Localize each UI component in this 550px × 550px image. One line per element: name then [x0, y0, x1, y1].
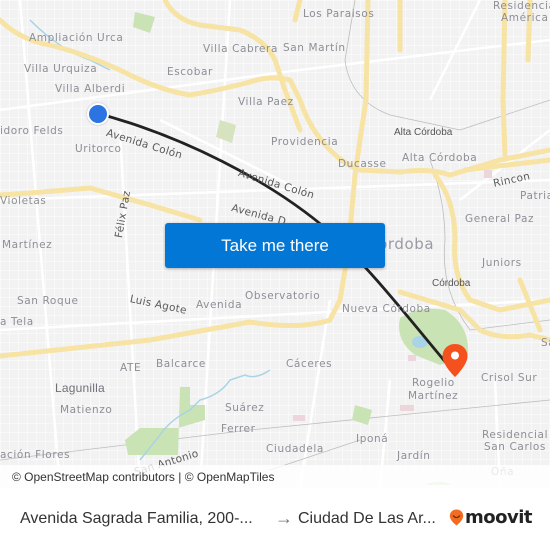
map-label-juniors: Juniors — [482, 257, 522, 269]
map-label-matienzo: Matienzo — [60, 404, 113, 416]
map-label-violetas: Violetas — [0, 195, 47, 207]
moovit-logo[interactable]: moovit — [449, 507, 533, 528]
map-label-villa-urquiza: Villa Urquiza — [24, 63, 98, 75]
map-label-ate: ATE — [120, 362, 142, 374]
map-label-estacion-flores: ación Flores — [0, 449, 71, 461]
map-label-residencial-america-2: América — [501, 12, 549, 24]
take-me-there-button[interactable]: Take me there — [165, 223, 385, 268]
arrow-right-icon: → — [275, 508, 293, 528]
map-label-providencia: Providencia — [271, 136, 339, 148]
map-label-rogelio-martinez: Rogelio — [412, 377, 455, 389]
origin-marker[interactable] — [87, 103, 109, 125]
map-label-alta-cordoba-station: Alta Córdoba — [394, 127, 453, 138]
map-label-lagunilla: Lagunilla — [55, 381, 105, 395]
map-label-martinez: Martínez — [2, 239, 53, 251]
map-label-ducasse: Ducasse — [338, 158, 387, 170]
map[interactable]: Ampliación Urca Villa Cabrera San Martín… — [0, 0, 550, 488]
map-label-rogelio-martinez-2: Martínez — [408, 390, 459, 402]
map-label-alta-cordoba: Alta Córdoba — [402, 152, 478, 164]
origin-name: Avenida Sagrada Familia, 200-... — [20, 510, 253, 527]
map-label-a-tela: a Tela — [0, 316, 34, 328]
map-label-escobar: Escobar — [167, 66, 213, 78]
map-label-crisol-sur: Crisol Sur — [481, 372, 538, 384]
attribution-text[interactable]: © OpenStreetMap contributors | © OpenMap… — [12, 470, 274, 484]
map-label-san-roque: San Roque — [17, 295, 79, 307]
map-label-los-paraisos: Los Paraisos — [303, 8, 375, 20]
destination-pin-icon[interactable] — [441, 343, 469, 379]
map-label-suarez: Suárez — [225, 402, 265, 414]
map-label-ferrer: Ferrer — [221, 423, 256, 435]
map-label-balcarce: Balcarce — [156, 358, 206, 370]
moovit-pin-icon — [449, 509, 464, 526]
map-label-villa-paez: Villa Paez — [238, 96, 294, 108]
map-label-s-edge: Sa — [541, 337, 550, 349]
map-label-uritorco: Uritorco — [75, 143, 122, 155]
moovit-wordmark: moovit — [465, 507, 533, 528]
map-label-nueva-cordoba: Nueva Córdoba — [342, 303, 431, 315]
map-label-ciudadela: Ciudadela — [266, 443, 324, 455]
map-label-ampliacion-urca: Ampliación Urca — [29, 32, 124, 44]
road-label-avenida: Avenida — [196, 299, 243, 311]
map-label-villa-alberdi: Villa Alberdi — [55, 83, 126, 95]
route-footer: Avenida Sagrada Familia, 200-... → Ciuda… — [0, 488, 550, 550]
map-label-general-paz: General Paz — [465, 213, 535, 225]
map-label-ipona: Iponá — [356, 433, 389, 445]
map-label-cordoba-station: Córdoba — [432, 278, 471, 289]
map-label-jardin: Jardín — [397, 450, 431, 462]
map-label-san-martin: San Martín — [283, 42, 346, 54]
map-label-villa-cabrera: Villa Cabrera — [203, 43, 279, 55]
map-label-residencial-san-carlos: Residencial — [482, 429, 549, 441]
map-label-residencial-america: Residencial — [493, 0, 550, 12]
map-attribution: © OpenStreetMap contributors | © OpenMap… — [0, 465, 550, 488]
map-label-patria: Patria — [520, 190, 550, 202]
map-label-isidoro-felds: idoro Felds — [0, 125, 64, 137]
map-label-residencial-san-carlos-2: San Carlos — [484, 441, 546, 453]
map-label-caceres: Cáceres — [286, 358, 333, 370]
map-label-observatorio: Observatorio — [245, 290, 321, 302]
destination-name: Ciudad De Las Ar... — [298, 510, 436, 527]
